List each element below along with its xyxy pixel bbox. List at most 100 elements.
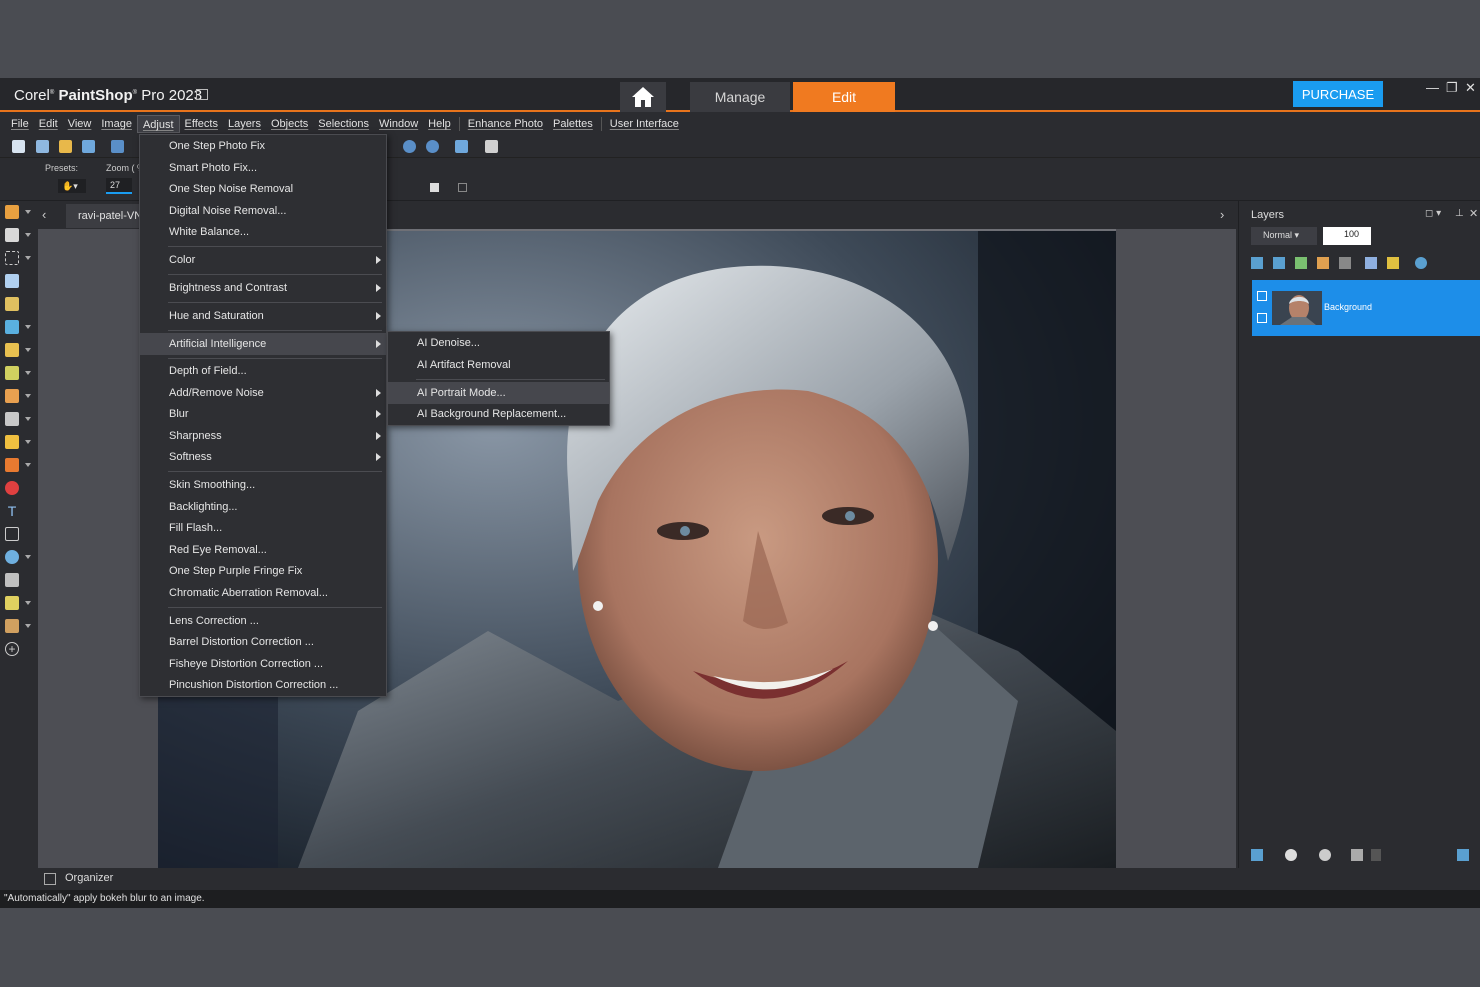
shape-tool-icon[interactable] [5, 527, 19, 541]
paint-brush-icon[interactable] [5, 435, 19, 449]
tab-edit[interactable]: Edit [793, 82, 895, 112]
gradient-tool-icon[interactable] [5, 412, 19, 426]
menu-item-one-step-photo-fix[interactable]: One Step Photo Fix [140, 135, 386, 157]
menu-item-hue-saturation[interactable]: Hue and Saturation [140, 305, 386, 327]
layer-properties-icon[interactable] [1415, 257, 1427, 269]
chevron-down-icon[interactable] [25, 233, 31, 237]
menu-item-purple-fringe-fix[interactable]: One Step Purple Fringe Fix [140, 560, 386, 582]
menu-item-add-remove-noise[interactable]: Add/Remove Noise [140, 382, 386, 404]
restore-icon[interactable]: ❐ [1446, 80, 1458, 96]
chevron-down-icon[interactable] [25, 601, 31, 605]
menu-file[interactable]: File [6, 115, 34, 133]
pen-tool-icon[interactable] [5, 573, 19, 587]
pan-tool-icon[interactable] [5, 205, 19, 219]
panel-options-icon[interactable]: ◻ ▾ [1425, 208, 1441, 219]
pin-icon[interactable]: ⊥ [1455, 208, 1464, 219]
fill-tool-icon[interactable] [5, 481, 19, 495]
menu-item-softness[interactable]: Softness [140, 446, 386, 468]
chevron-down-icon[interactable] [25, 440, 31, 444]
blend-mode-select[interactable]: Normal ▾ [1251, 227, 1317, 245]
organizer-icon[interactable] [44, 873, 56, 885]
panel-close-icon[interactable]: ✕ [1469, 207, 1478, 220]
menu-item-barrel-distortion[interactable]: Barrel Distortion Correction ... [140, 631, 386, 653]
new-file-icon[interactable] [12, 140, 25, 153]
adjustment-layer-icon[interactable] [1295, 257, 1307, 269]
mask-icon[interactable] [1339, 257, 1351, 269]
straighten-tool-icon[interactable] [5, 320, 19, 334]
menu-item-color[interactable]: Color [140, 249, 386, 271]
link-icon[interactable] [1365, 257, 1377, 269]
add-tool-icon[interactable]: + [5, 642, 19, 656]
new-layer-icon[interactable] [1251, 257, 1263, 269]
menu-selections[interactable]: Selections [313, 115, 374, 133]
makeover-tool-icon[interactable] [5, 366, 19, 380]
zoom-out-icon[interactable] [403, 140, 416, 153]
tab-scroll-right-icon[interactable]: › [1220, 207, 1224, 222]
menu-objects[interactable]: Objects [266, 115, 313, 133]
chevron-down-icon[interactable] [25, 624, 31, 628]
menu-item-skin-smoothing[interactable]: Skin Smoothing... [140, 474, 386, 496]
chevron-down-icon[interactable] [25, 210, 31, 214]
organizer-bar[interactable]: Organizer [38, 868, 1480, 890]
menu-item-fill-flash[interactable]: Fill Flash... [140, 517, 386, 539]
fit-window-icon[interactable] [455, 140, 468, 153]
menu-item-brightness-contrast[interactable]: Brightness and Contrast [140, 277, 386, 299]
grid-icon[interactable] [36, 140, 49, 153]
text-tool-icon[interactable]: T [5, 504, 19, 518]
layer-options-icon[interactable] [1457, 849, 1469, 861]
menu-help[interactable]: Help [423, 115, 456, 133]
menu-item-smart-photo-fix[interactable]: Smart Photo Fix... [140, 157, 386, 179]
chevron-down-icon[interactable] [25, 463, 31, 467]
menu-item-one-step-noise-removal[interactable]: One Step Noise Removal [140, 178, 386, 200]
visibility-icon[interactable] [1257, 291, 1267, 301]
chevron-down-icon[interactable] [25, 348, 31, 352]
open-folder-icon[interactable] [59, 140, 72, 153]
menu-window[interactable]: Window [374, 115, 423, 133]
layer-new-raster-icon[interactable] [1251, 849, 1263, 861]
zoom-in-icon[interactable] [426, 140, 439, 153]
zoom-input[interactable]: 27 [106, 178, 132, 194]
chevron-down-icon[interactable] [25, 256, 31, 260]
eraser-tool-icon[interactable] [5, 458, 19, 472]
clone-tool-icon[interactable] [5, 619, 19, 633]
paste-icon[interactable] [485, 140, 498, 153]
menu-image[interactable]: Image [96, 115, 137, 133]
organizer-label[interactable]: Organizer [65, 872, 113, 884]
purchase-button[interactable]: PURCHASE [1293, 81, 1383, 107]
menu-item-ai-artifact-removal[interactable]: AI Artifact Removal [388, 354, 609, 376]
menu-item-ai-denoise[interactable]: AI Denoise... [388, 332, 609, 354]
menu-item-white-balance[interactable]: White Balance... [140, 221, 386, 243]
menu-adjust[interactable]: Adjust [136, 115, 180, 133]
menu-user-interface[interactable]: User Interface [605, 115, 684, 133]
ruler-tool-icon[interactable] [5, 343, 19, 357]
dropper-tool-icon[interactable] [5, 274, 19, 288]
menu-item-digital-noise-removal[interactable]: Digital Noise Removal... [140, 200, 386, 222]
menu-item-ai-portrait-mode[interactable]: AI Portrait Mode... [388, 382, 609, 404]
menu-item-sharpness[interactable]: Sharpness [140, 425, 386, 447]
delete-layer-icon[interactable] [1371, 849, 1381, 861]
crop-tool-icon[interactable] [5, 297, 19, 311]
duplicate-layer-icon[interactable] [1273, 257, 1285, 269]
close-icon[interactable]: ✕ [1465, 80, 1476, 96]
menu-item-red-eye-removal[interactable]: Red Eye Removal... [140, 539, 386, 561]
brush-tool-icon[interactable] [5, 389, 19, 403]
menu-item-depth-of-field[interactable]: Depth of Field... [140, 360, 386, 382]
tab-scroll-left-icon[interactable]: ‹ [42, 207, 46, 222]
layer-adjust-icon[interactable] [1285, 849, 1297, 861]
menu-item-pincushion-distortion[interactable]: Pincushion Distortion Correction ... [140, 674, 386, 696]
lock-icon[interactable] [1387, 257, 1399, 269]
menu-effects[interactable]: Effects [180, 115, 223, 133]
menu-item-artificial-intelligence[interactable]: Artificial Intelligence [140, 333, 386, 355]
fit-icon[interactable] [458, 183, 467, 192]
menu-enhance-photo[interactable]: Enhance Photo [463, 115, 548, 133]
chevron-down-icon[interactable] [25, 555, 31, 559]
effects-icon[interactable] [1317, 257, 1329, 269]
layer-mask-icon[interactable] [1319, 849, 1331, 861]
chevron-down-icon[interactable] [25, 394, 31, 398]
menu-item-fisheye-distortion[interactable]: Fisheye Distortion Correction ... [140, 653, 386, 675]
layer-row-background[interactable]: Background [1252, 280, 1480, 336]
menu-layers[interactable]: Layers [223, 115, 266, 133]
menu-view[interactable]: View [63, 115, 97, 133]
scan-icon[interactable] [82, 140, 95, 153]
menu-item-lens-correction[interactable]: Lens Correction ... [140, 610, 386, 632]
